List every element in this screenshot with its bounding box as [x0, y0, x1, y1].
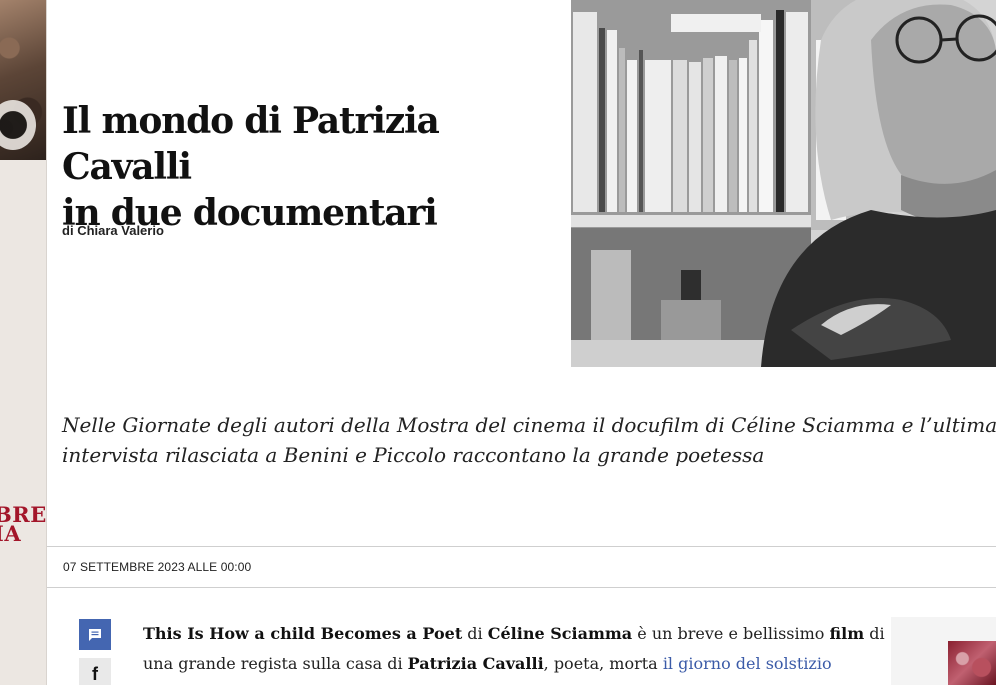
body-poet-name: Patrizia Cavalli	[407, 654, 544, 673]
article-subtitle-line2: intervista rilasciata a Benini e Piccolo…	[62, 443, 765, 467]
side-advertisement[interactable]: BRE IA	[0, 0, 47, 685]
article-title: Il mondo di Patrizia Cavalli in due docu…	[62, 98, 562, 236]
body-text-2b: , poeta, morta	[543, 654, 658, 673]
facebook-share-button[interactable]: f	[79, 658, 111, 685]
byline-author[interactable]: Chiara Valerio	[77, 223, 164, 238]
comment-button[interactable]	[79, 619, 111, 650]
solstice-link[interactable]: il giorno del solstizio	[663, 654, 832, 673]
article-subtitle-line1: Nelle Giornate degli autori della Mostra…	[62, 413, 996, 437]
hero-portrait-image	[571, 0, 996, 367]
article-body: This Is How a child Becomes a Poet di Cé…	[143, 619, 885, 679]
article-title-line1: Il mondo di Patrizia Cavalli	[62, 100, 440, 188]
body-text-1a: è un breve e bellissimo	[637, 624, 825, 643]
body-text-2a: una grande regista sulla casa di	[143, 654, 403, 673]
comment-icon	[89, 628, 101, 641]
publication-date: 07 SETTEMBRE 2023 ALLE 00:00	[63, 560, 252, 574]
side-promo-thumbnail[interactable]	[948, 641, 996, 685]
date-bar: 07 SETTEMBRE 2023 ALLE 00:00	[47, 546, 996, 588]
ad-text: BRE IA	[0, 504, 46, 544]
hero-portrait-svg	[571, 0, 996, 367]
byline-prefix: di	[62, 223, 74, 238]
body-film-word: film	[829, 624, 865, 643]
article-subtitle: Nelle Giornate degli autori della Mostra…	[62, 410, 996, 470]
article-page: BRE IA Il mondo di Patrizia Cavalli in d…	[0, 0, 996, 685]
body-film-title: This Is How a child Becomes a Poet	[143, 624, 463, 643]
facebook-icon: f	[92, 663, 98, 684]
body-text-1b: di	[869, 624, 885, 643]
byline: di Chiara Valerio	[62, 223, 164, 238]
body-di: di	[467, 624, 483, 643]
body-director: Céline Sciamma	[487, 624, 633, 643]
